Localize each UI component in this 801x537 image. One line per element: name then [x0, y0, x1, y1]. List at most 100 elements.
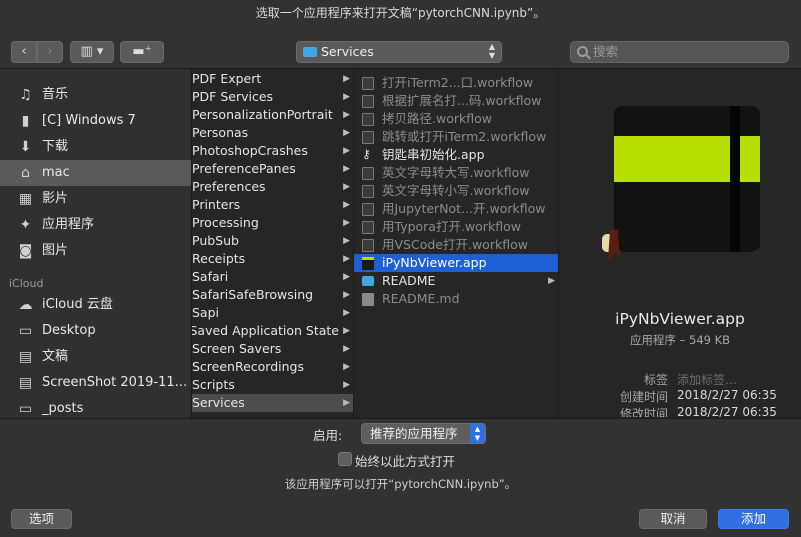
folder-row[interactable]: Screen Savers ▶ [192, 340, 353, 358]
sidebar-item[interactable]: ▭ Desktop [0, 318, 191, 344]
file-row[interactable]: README ▶ [354, 272, 558, 290]
modified-label: 修改时间 [619, 407, 668, 417]
sidebar-item[interactable]: ▮ [C] Windows 7 [0, 108, 191, 134]
search-field[interactable]: 搜索 [570, 41, 789, 63]
sidebar-item[interactable]: ◙ 图片 [0, 238, 191, 264]
back-button[interactable]: ‹ [11, 41, 37, 63]
folder-row[interactable]: Printers ▶ [192, 196, 353, 214]
options-button[interactable]: 选项 [11, 509, 72, 529]
folder-row-label: Screen Savers [192, 341, 282, 356]
folder-row[interactable]: Scripts ▶ [192, 376, 353, 394]
cancel-button[interactable]: 取消 [639, 509, 707, 529]
file-row-label: 用Typora打开.workflow [382, 219, 521, 234]
dialog-title: 选取一个应用程序来打开文稿“pytorchCNN.ipynb”。 [0, 0, 801, 40]
file-row[interactable]: iPyNbViewer.app [354, 254, 558, 272]
sidebar-icon: ▮ [21, 113, 30, 129]
column-services: 打开iTerm2...口.workflow 根据扩展名打...码.workflow… [354, 69, 559, 419]
always-open-checkbox[interactable] [338, 452, 352, 466]
sidebar-item[interactable]: ▤ 文稿 [0, 344, 191, 370]
file-row[interactable]: 英文字母转大写.workflow [354, 164, 558, 182]
enable-popup[interactable]: 推荐的应用程序 ▲ ▼ [361, 423, 486, 444]
sidebar-icon: ▦ [18, 191, 33, 207]
location-popup[interactable]: Services ▲ ▼ [296, 41, 502, 63]
folder-row-label-wrap: Receipts [192, 250, 339, 268]
workflow-icon [362, 185, 374, 198]
folder-row-label-wrap: Personas [192, 124, 339, 142]
chevron-right-icon: ▶ [343, 218, 350, 228]
file-row-label: 打开iTerm2...口.workflow [382, 75, 534, 90]
sidebar-item[interactable]: ⌂ mac [0, 160, 191, 186]
chevron-right-icon: ▶ [343, 344, 350, 354]
created-value: 2018/2/27 06:35 [677, 388, 777, 402]
sidebar-icon: ☁ [18, 297, 33, 313]
add-button[interactable]: 添加 [718, 509, 789, 529]
folder-row-label-wrap: PDF Expert [192, 70, 339, 88]
workflow-icon [362, 221, 374, 234]
folder-row[interactable]: PubSub ▶ [192, 232, 353, 250]
new-folder-button[interactable]: ▬⁺ [120, 41, 164, 63]
folder-row[interactable]: PDF Expert ▶ [192, 70, 353, 88]
sidebar-item-label: 下载 [42, 139, 69, 154]
sidebar-item[interactable]: ⬇ 下载 [0, 134, 191, 160]
folder-row[interactable]: Processing ▶ [192, 214, 353, 232]
file-row[interactable]: 打开iTerm2...口.workflow [354, 74, 558, 92]
workflow-icon [362, 239, 374, 252]
folder-row[interactable]: Sapi ▶ [192, 304, 353, 322]
file-row[interactable]: ⚷ 钥匙串初始化.app [354, 146, 558, 164]
folder-row[interactable]: PersonalizationPortrait ▶ [192, 106, 353, 124]
folder-row-label-wrap: Services [192, 394, 339, 412]
chevron-right-icon: ▶ [343, 74, 350, 84]
file-row-label: iPyNbViewer.app [382, 255, 487, 270]
folder-row[interactable]: Saved Application State ▶ [192, 322, 353, 340]
sidebar-item[interactable]: ☁ iCloud 云盘 [0, 292, 191, 318]
location-label: Services [321, 44, 374, 59]
chevron-right-icon: ▶ [343, 200, 350, 210]
file-row[interactable]: 用JupyterNot...开.workflow [354, 200, 558, 218]
sidebar-item-label: 影片 [42, 191, 69, 206]
folder-row[interactable]: Preferences ▶ [192, 178, 353, 196]
folder-row-label: PubSub [192, 233, 239, 248]
toolbar: ‹ › ▥ ▾ ▬⁺ Services ▲ ▼ 搜索 [0, 40, 801, 68]
folder-row-label: Safari [192, 269, 229, 284]
file-row[interactable]: 用Typora打开.workflow [354, 218, 558, 236]
new-folder-icon: ▬⁺ [132, 44, 152, 59]
file-row[interactable]: README.md [354, 290, 558, 308]
sidebar-item[interactable]: ▦ 影片 [0, 186, 191, 212]
folder-row[interactable]: PhotoshopCrashes ▶ [192, 142, 353, 160]
sidebar-item[interactable]: ✦ 应用程序 [0, 212, 191, 238]
sidebar-item-label: Desktop [42, 323, 96, 338]
file-row[interactable]: 根据扩展名打...码.workflow [354, 92, 558, 110]
always-open-label[interactable]: 始终以此方式打开 [355, 451, 455, 470]
preview-kind: 应用程序 – 549 KB [629, 333, 731, 347]
folder-icon [362, 276, 374, 286]
popup-arrows-icon: ▲ ▼ [488, 42, 495, 60]
sidebar-item[interactable]: ▭ _posts [0, 396, 191, 419]
folder-row-label: Personas [192, 125, 249, 140]
tags-field[interactable]: 添加标签… [677, 371, 737, 388]
folder-row[interactable]: PDF Services ▶ [192, 88, 353, 106]
folder-row[interactable]: ScreenRecordings ▶ [192, 358, 353, 376]
folder-row[interactable]: Receipts ▶ [192, 250, 353, 268]
file-row[interactable]: 拷贝路径.workflow [354, 110, 558, 128]
forward-button[interactable]: › [37, 41, 63, 63]
workflow-icon [362, 203, 374, 216]
enable-label: 启用: [313, 428, 343, 443]
column-library: PDF Expert ▶ PDF Services ▶ PersonalizationP… [192, 69, 354, 419]
folder-row[interactable]: PreferencePanes ▶ [192, 160, 353, 178]
file-row[interactable]: 跳转或打开iTerm2.workflow [354, 128, 558, 146]
tags-label: 标签 [643, 373, 668, 387]
folder-row[interactable]: Safari ▶ [192, 268, 353, 286]
folder-row[interactable]: Services ▶ [192, 394, 353, 412]
sidebar-item-label: mac [42, 165, 70, 180]
popup-arrows-icon: ▲ ▼ [470, 424, 485, 443]
sidebar-section-header: iCloud [9, 277, 44, 290]
folder-row[interactable]: Personas ▶ [192, 124, 353, 142]
sidebar-item[interactable]: ♫ 音乐 [0, 82, 191, 108]
workflow-icon [362, 77, 374, 90]
file-row[interactable]: 用VSCode打开.workflow [354, 236, 558, 254]
folder-row-label: PDF Services [192, 89, 274, 104]
file-row[interactable]: 英文字母转小写.workflow [354, 182, 558, 200]
view-mode-button[interactable]: ▥ ▾ [70, 41, 114, 63]
sidebar-item[interactable]: ▤ ScreenShot 2019-11... [0, 370, 191, 396]
folder-row[interactable]: SafariSafeBrowsing ▶ [192, 286, 353, 304]
